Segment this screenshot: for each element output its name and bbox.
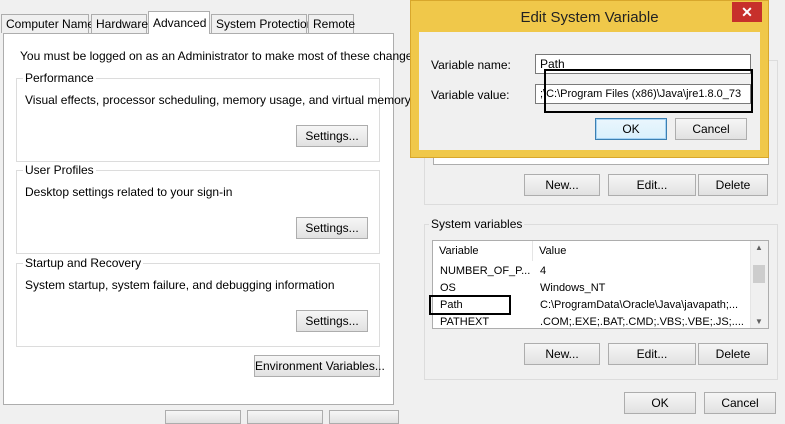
left-cancel-button-partial[interactable] (247, 410, 323, 424)
user-profiles-desc: Desktop settings related to your sign-in (25, 185, 233, 199)
performance-group: Performance Visual effects, processor sc… (16, 71, 411, 162)
user-profiles-settings-button[interactable]: Settings... (296, 217, 368, 239)
performance-desc: Visual effects, processor scheduling, me… (25, 93, 411, 107)
dialog-ok-button[interactable]: OK (595, 118, 667, 140)
startup-settings-button[interactable]: Settings... (296, 310, 368, 332)
table-row[interactable]: NUMBER_OF_P... 4 (433, 263, 753, 280)
advanced-panel: You must be logged on as an Administrato… (3, 33, 422, 405)
system-delete-button[interactable]: Delete (698, 343, 768, 365)
environment-variables-button[interactable]: Environment Variables... (254, 355, 385, 377)
variable-name-label: Variable name: (431, 58, 511, 72)
tab-advanced[interactable]: Advanced (148, 11, 210, 34)
startup-recovery-desc: System startup, system failure, and debu… (25, 278, 335, 292)
scroll-down-icon[interactable]: ▼ (755, 317, 763, 326)
left-apply-button-partial[interactable] (329, 410, 399, 424)
system-variables-list[interactable]: Variable Value NUMBER_OF_P... 4 OS Windo… (432, 240, 769, 329)
user-profiles-group: User Profiles Desktop settings related t… (16, 163, 380, 254)
row-variable: NUMBER_OF_P... (440, 265, 531, 277)
row-variable: PATHEXT (440, 316, 490, 328)
path-highlight-box (429, 295, 511, 315)
user-edit-button[interactable]: Edit... (608, 174, 696, 196)
user-delete-button[interactable]: Delete (698, 174, 768, 196)
user-profiles-label: User Profiles (23, 163, 96, 177)
row-value: C:\ProgramData\Oracle\Java\javapath;... (540, 299, 739, 311)
scroll-up-icon[interactable]: ▲ (755, 243, 763, 252)
close-icon[interactable]: ✕ (732, 2, 762, 22)
list-scrollbar[interactable]: ▲ ▼ (750, 241, 768, 328)
user-new-button[interactable]: New... (524, 174, 600, 196)
dialog-cancel-button[interactable]: Cancel (675, 118, 747, 140)
left-ok-button-partial[interactable] (165, 410, 241, 424)
startup-recovery-group: Startup and Recovery System startup, sys… (16, 256, 380, 347)
tab-system-protection[interactable]: System Protection (211, 14, 313, 33)
tab-hardware[interactable]: Hardware (91, 14, 148, 33)
performance-settings-button[interactable]: Settings... (296, 125, 368, 147)
variable-value-label: Variable value: (431, 88, 510, 102)
system-edit-button[interactable]: Edit... (608, 343, 696, 365)
tab-computer-name[interactable]: Computer Name (1, 14, 94, 33)
value-highlight-box (544, 69, 753, 113)
performance-label: Performance (23, 71, 96, 85)
env-cancel-button[interactable]: Cancel (704, 392, 776, 414)
column-variable[interactable]: Variable (433, 241, 533, 261)
system-new-button[interactable]: New... (524, 343, 600, 365)
row-value: .COM;.EXE;.BAT;.CMD;.VBS;.VBE;.JS;.... (540, 316, 744, 328)
row-value: 4 (540, 265, 547, 277)
column-value[interactable]: Value (533, 241, 752, 261)
admin-note: You must be logged on as an Administrato… (20, 49, 422, 63)
table-row[interactable]: PATHEXT .COM;.EXE;.BAT;.CMD;.VBS;.VBE;.J… (433, 314, 753, 328)
scroll-thumb[interactable] (753, 265, 765, 283)
row-value: Windows_NT (540, 282, 606, 294)
startup-recovery-label: Startup and Recovery (23, 256, 144, 270)
system-variables-label: System variables (429, 217, 525, 231)
tab-remote[interactable]: Remote (308, 14, 355, 33)
dialog-title: Edit System Variable (520, 9, 659, 26)
env-ok-button[interactable]: OK (624, 392, 696, 414)
